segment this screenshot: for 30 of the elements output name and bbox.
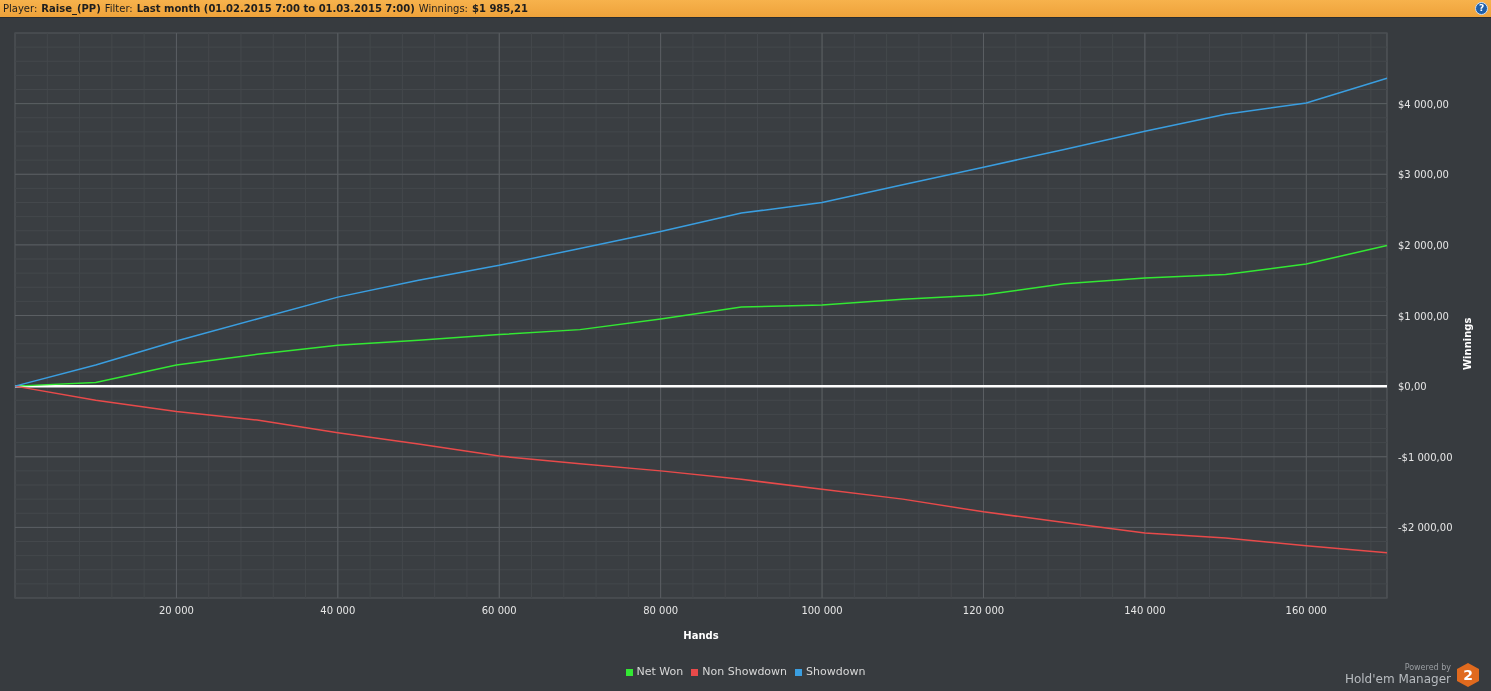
logo-wordmark: Hold'em Manager	[1344, 671, 1451, 687]
logo-caption: Powered by	[1404, 663, 1451, 672]
y-tick-label: -$1 000,00	[1398, 451, 1453, 463]
x-axis-title: Hands	[683, 630, 719, 641]
header-label: Player:	[3, 2, 38, 16]
header-value: $1 985,21	[472, 2, 528, 16]
y-tick-label: -$2 000,00	[1398, 522, 1453, 534]
y-tick-label: $4 000,00	[1398, 98, 1449, 110]
x-tick-label: 60 000	[481, 605, 517, 616]
y-tick-label: $1 000,00	[1398, 310, 1449, 322]
x-tick-label: 100 000	[801, 605, 843, 616]
x-tick-label: 40 000	[320, 605, 356, 616]
x-tick-label: 140 000	[1124, 605, 1166, 616]
header-value: Raise_(PP)	[41, 2, 101, 16]
header-label: Winnings:	[418, 2, 468, 16]
x-tick-label: 20 000	[158, 605, 194, 616]
x-tick-label: 80 000	[643, 605, 679, 616]
logo-badge: 2	[1457, 663, 1479, 687]
y-tick-label: $2 000,00	[1398, 239, 1449, 251]
help-button[interactable]: ?	[1475, 2, 1488, 15]
x-tick-label: 120 000	[962, 605, 1005, 616]
legend-label: Net Won	[636, 663, 684, 680]
y-axis-title: Winnings	[1462, 317, 1473, 370]
legend-label: Non Showdown	[702, 663, 788, 680]
y-tick-label: $3 000,00	[1398, 169, 1449, 181]
x-tick-label: 160 000	[1285, 605, 1327, 616]
y-tick-label: $0,00	[1398, 381, 1427, 393]
legend-label: Showdown	[806, 663, 866, 680]
header-value: Last month (01.02.2015 7:00 to 01.03.2015 7:00)	[136, 2, 415, 16]
header-label: Filter:	[104, 2, 133, 16]
